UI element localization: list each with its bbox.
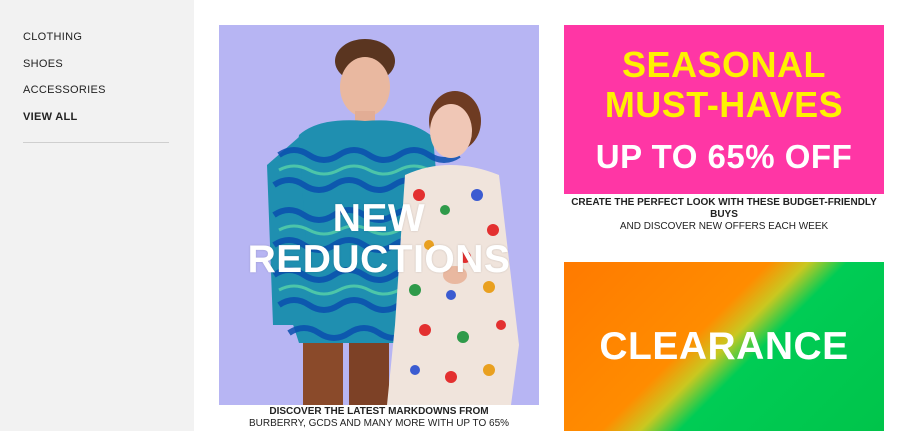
seasonal-title-line-1: SEASONAL [621, 44, 827, 85]
headline-line-1: NEW [332, 197, 426, 240]
sidebar-item-shoes[interactable]: SHOES [23, 58, 63, 70]
seasonal-caption[interactable]: CREATE THE PERFECT LOOK WITH THESE BUDGE… [564, 197, 884, 233]
seasonal-must-haves-banner[interactable]: SEASONAL MUST-HAVES UP TO 65% OFF [564, 25, 884, 194]
new-reductions-caption[interactable]: DISCOVER THE LATEST MARKDOWNS FROM BURBE… [219, 406, 539, 430]
seasonal-title-line-2: MUST-HAVES [604, 84, 844, 125]
sidebar-item-clothing[interactable]: CLOTHING [23, 31, 82, 43]
category-sidebar: CLOTHING SHOES ACCESSORIES VIEW ALL [0, 0, 194, 431]
sidebar-divider [23, 142, 169, 143]
sidebar-item-accessories[interactable]: ACCESSORIES [23, 84, 106, 96]
caption-heading: CREATE THE PERFECT LOOK WITH THESE BUDGE… [571, 197, 877, 220]
caption-text: BURBERRY, GCDS AND MANY MORE WITH UP TO … [248, 418, 510, 429]
new-reductions-headline: NEW REDUCTIONS [219, 198, 539, 280]
seasonal-discount: UP TO 65% OFF [595, 138, 853, 175]
clearance-label: CLEARANCE [599, 325, 849, 368]
seasonal-title: SEASONAL MUST-HAVES [564, 45, 884, 125]
sidebar-item-view-all[interactable]: VIEW ALL [23, 111, 78, 123]
clearance-banner[interactable]: CLEARANCE [564, 262, 884, 431]
caption-text: AND DISCOVER NEW OFFERS EACH WEEK [619, 221, 829, 232]
new-reductions-banner[interactable]: NEW REDUCTIONS [219, 25, 539, 405]
headline-line-2: REDUCTIONS [247, 238, 511, 281]
caption-heading: DISCOVER THE LATEST MARKDOWNS FROM [269, 406, 489, 417]
